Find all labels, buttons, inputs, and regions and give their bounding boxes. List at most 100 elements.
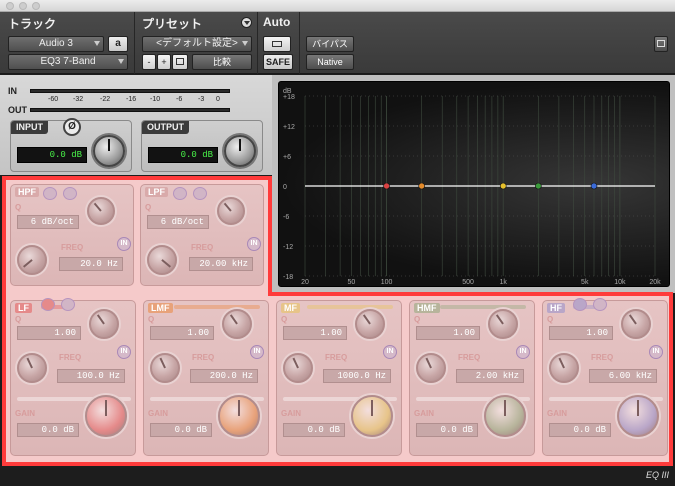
lf-gain-value[interactable]: 0.0 dB [17,423,79,437]
hpf-enable-icon[interactable] [43,187,57,200]
bypass-button[interactable]: バイパス [306,36,354,52]
input-section: INPUT 0.0 dB Ø [10,118,132,172]
compare-button[interactable]: 比較 [192,54,252,70]
lf-freq-value[interactable]: 100.0 Hz [57,369,125,383]
hf-in-button[interactable]: IN [649,345,663,359]
output-gain-knob[interactable] [224,135,256,167]
graph-hmf-handle [535,182,542,190]
safe-button[interactable]: SAFE [263,54,293,70]
hmf-gain-value[interactable]: 0.0 dB [416,423,478,437]
hf-freq-value[interactable]: 6.00 kHz [589,369,657,383]
mf-gain-label: GAIN [281,409,301,418]
output-value[interactable]: 0.0 dB [148,147,218,163]
graph-x-tick: 10k [614,279,626,286]
mf-band: MF Q 1.00 IN FREQ 1000.0 Hz GAIN 0.0 dB [276,300,402,456]
eq-graph[interactable]: dB +18 +12 +6 0 -6 -12 -18 20 50 100 500 1k 5k 10k 20k [278,81,670,287]
phase-invert-button[interactable]: Ø [63,118,81,136]
graph-y-tick: +6 [283,154,291,161]
lmf-freq-knob[interactable] [150,353,180,383]
mf-gain-knob[interactable] [351,395,393,437]
lpf-q-knob[interactable] [217,197,245,225]
hf-shelf-icon[interactable] [573,298,587,311]
hmf-q-knob[interactable] [488,309,518,339]
hmf-in-button[interactable]: IN [516,345,530,359]
chevron-down-icon [118,59,124,64]
phase-invert-icon: Ø [68,121,76,132]
preset-plus-button[interactable]: + [157,54,171,70]
mf-freq-knob[interactable] [283,353,313,383]
hmf-q-value[interactable]: 1.00 [416,326,480,340]
mf-freq-value[interactable]: 1000.0 Hz [323,369,391,383]
lpf-slope-icon[interactable] [193,187,207,200]
lmf-q-knob[interactable] [222,309,252,339]
hpf-freq-knob[interactable] [17,245,47,275]
window-settings-button[interactable] [654,36,668,52]
lpf-freq-knob[interactable] [147,245,177,275]
hpf-q-value[interactable]: 6 dB/oct [17,215,79,229]
preset-select[interactable]: <デフォルト設定> [142,36,252,52]
lpf-freq-value[interactable]: 20.00 kHz [189,257,253,271]
mf-name: MF [281,303,300,313]
track-variant-button[interactable]: a [108,36,128,52]
hf-q-value[interactable]: 1.00 [549,326,613,340]
lf-in-button[interactable]: IN [117,345,131,359]
hmf-gain-knob[interactable] [484,395,526,437]
preset-minus-button[interactable]: - [142,54,156,70]
track-select[interactable]: Audio 3 [8,36,104,52]
hpf-band: HPF Q 6 dB/oct IN FREQ 20.0 Hz [10,184,134,286]
mf-q-knob[interactable] [355,309,385,339]
input-value[interactable]: 0.0 dB [17,147,87,163]
lf-gain-knob[interactable] [85,395,127,437]
hpf-freq-label: FREQ [61,243,84,252]
automation-button[interactable] [263,36,291,52]
hpf-slope-icon[interactable] [63,187,77,200]
lmf-band: LMF Q 1.00 IN FREQ 200.0 Hz GAIN 0.0 dB [143,300,269,456]
lf-bell-icon[interactable] [61,298,75,311]
hpf-freq-value[interactable]: 20.0 Hz [59,257,123,271]
hmf-freq-knob[interactable] [416,353,446,383]
meter-scale-tick: -10 [150,96,161,103]
lf-shelf-icon[interactable] [41,298,55,311]
lmf-freq-label: FREQ [192,353,215,362]
lmf-freq-value[interactable]: 200.0 Hz [190,369,258,383]
hf-gain-label: GAIN [547,409,567,418]
copy-settings-button[interactable] [172,54,188,70]
meter-scale-tick: -60 [48,96,59,103]
lpf-freq-label: FREQ [191,243,214,252]
lmf-q-label: Q [148,315,155,324]
hmf-freq-value[interactable]: 2.00 kHz [456,369,524,383]
hf-gain-value[interactable]: 0.0 dB [549,423,611,437]
lf-q-value[interactable]: 1.00 [17,326,81,340]
plugin-select[interactable]: EQ3 7-Band [8,54,128,70]
input-gain-knob[interactable] [93,135,125,167]
lpf-q-value[interactable]: 6 dB/oct [147,215,209,229]
mf-q-value[interactable]: 1.00 [283,326,347,340]
hpf-in-button[interactable]: IN [117,237,131,251]
hf-q-knob[interactable] [621,309,651,339]
preset-menu-icon[interactable] [241,17,252,28]
minimize-window-button[interactable] [19,2,27,10]
lmf-gain-knob[interactable] [218,395,260,437]
mf-in-button[interactable]: IN [383,345,397,359]
graph-x-tick: 50 [348,279,356,286]
lmf-q-value[interactable]: 1.00 [150,326,214,340]
lmf-gain-value[interactable]: 0.0 dB [150,423,212,437]
hmf-color-bar [440,305,526,309]
graph-x-tick: 100 [381,279,393,286]
hpf-q-knob[interactable] [87,197,115,225]
mf-gain-value[interactable]: 0.0 dB [283,423,345,437]
hf-bell-icon[interactable] [593,298,607,311]
mf-q-label: Q [281,315,288,324]
zoom-window-button[interactable] [32,2,40,10]
lpf-enable-icon[interactable] [173,187,187,200]
hf-freq-knob[interactable] [549,353,579,383]
mf-color-bar [307,305,393,309]
lf-freq-knob[interactable] [17,353,47,383]
meter-scale-tick: -22 [100,96,111,103]
hf-gain-knob[interactable] [617,395,659,437]
lmf-in-button[interactable]: IN [250,345,264,359]
close-window-button[interactable] [6,2,14,10]
lf-q-knob[interactable] [89,309,119,339]
meter-scale-tick: -32 [73,96,84,103]
lpf-in-button[interactable]: IN [247,237,261,251]
